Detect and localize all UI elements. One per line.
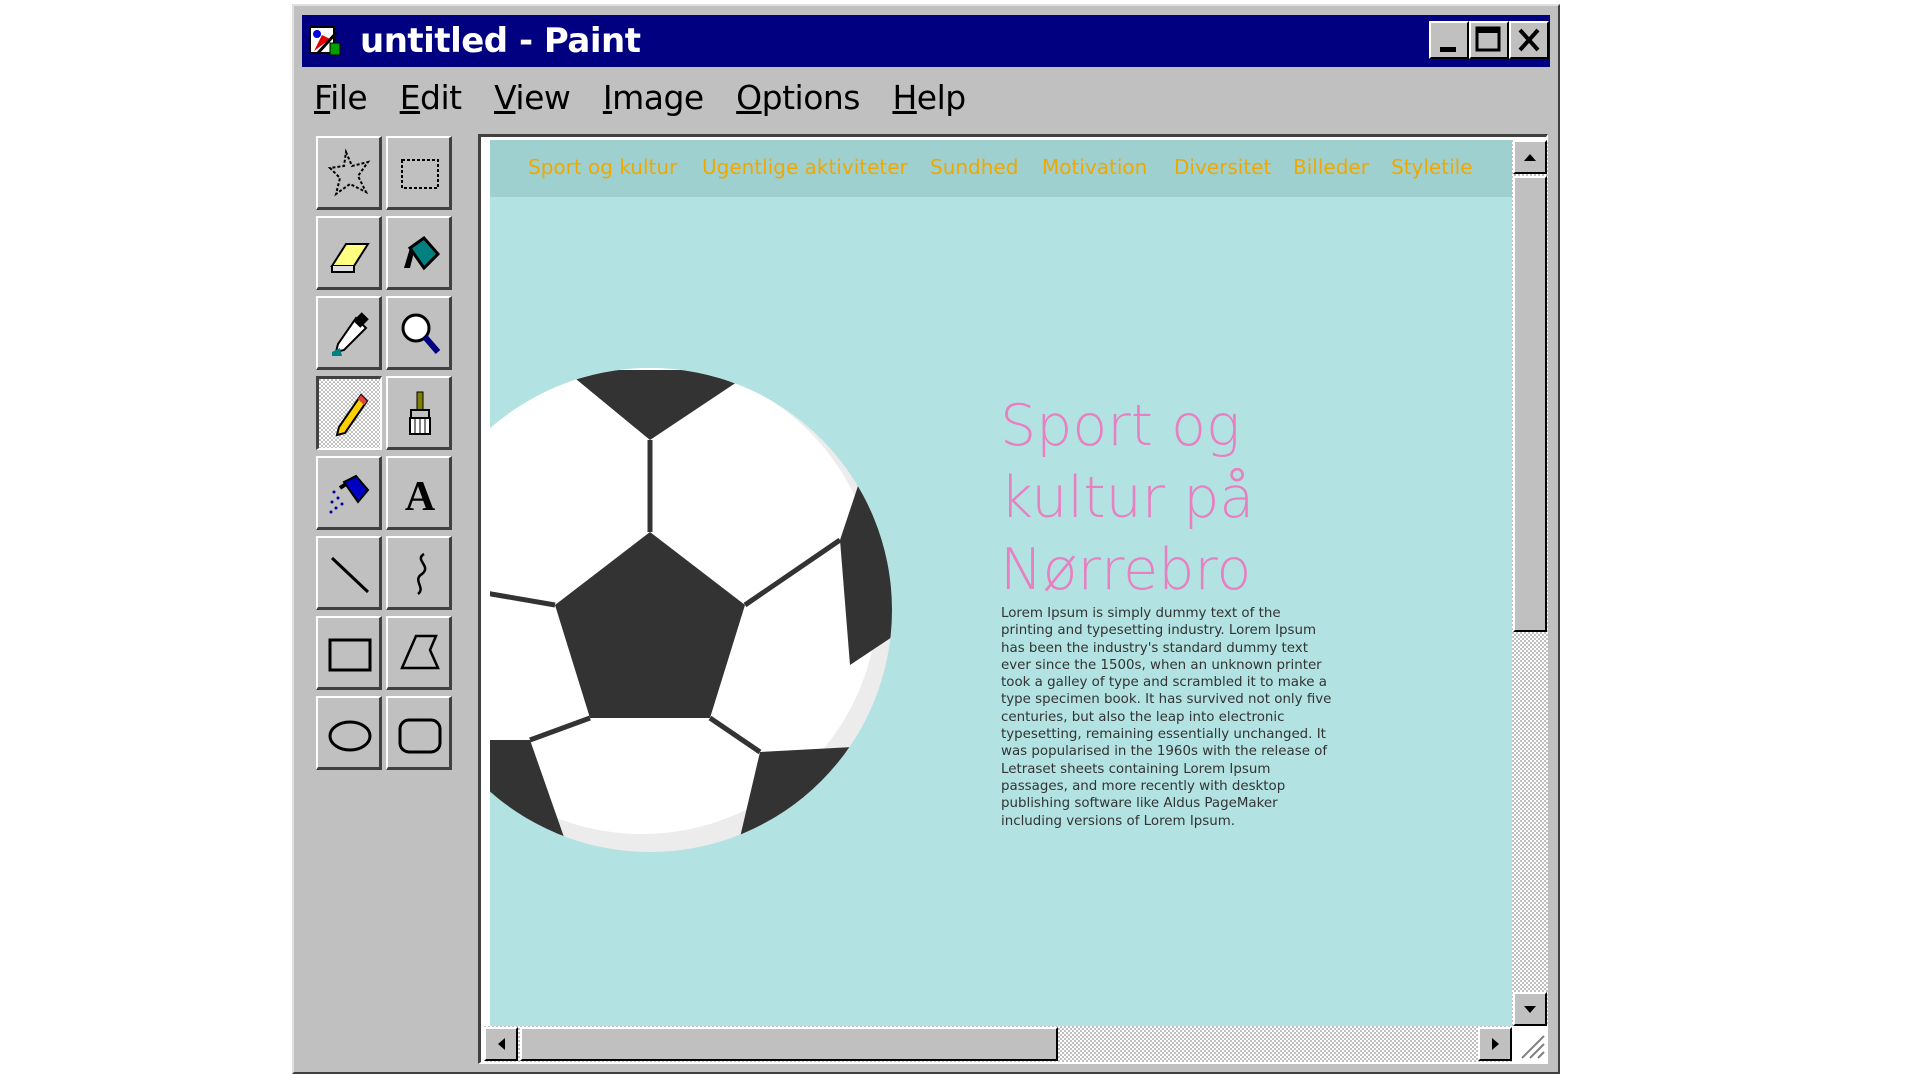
ellipse-icon [328,720,372,752]
body-line: has been the industry's standard dummy t… [1001,640,1308,656]
svg-text:A: A [405,474,436,520]
minimize-icon [1440,47,1456,52]
curve-icon [417,552,427,595]
body-line: Lorem Ipsum is simply dummy text of the [1001,606,1281,621]
vertical-scrollbar[interactable] [1512,140,1548,1026]
body-line: typesetting, remaining essentially uncha… [1001,727,1326,743]
line-icon [330,556,370,594]
free-form-select-tool[interactable] [316,136,382,210]
airbrush-tool[interactable] [316,456,382,530]
paint-app-icon [309,26,341,56]
arrow-down-icon [1524,1006,1536,1013]
body-line: type specimen book. It has survived not … [1001,692,1332,708]
magnifier-tool[interactable] [386,296,452,370]
close-button[interactable] [1509,21,1549,59]
menu-options[interactable]: Options [736,78,860,117]
drawing-canvas[interactable]: Sport og kultur Ugentlige aktiviteter Su… [490,140,1512,1026]
curve-tool[interactable] [386,536,452,610]
select-tool[interactable] [386,136,452,210]
menu-image[interactable]: Image [603,78,704,117]
brush-tool[interactable] [386,376,452,450]
polygon-icon [400,634,440,670]
scroll-left-button[interactable] [484,1027,518,1061]
arrow-right-icon [1492,1038,1499,1050]
rectangle-tool[interactable] [316,616,382,690]
pick-color-tool[interactable] [316,296,382,370]
hero-title-line: Nørrebro [1000,537,1252,603]
fill-with-color-tool[interactable] [386,216,452,290]
eraser-icon [330,243,370,273]
body-line: passages, and more recently with desktop [1001,778,1286,794]
body-line: publishing software like Aldus PageMaker [1001,796,1278,812]
pencil-icon [335,393,369,437]
body-line: was popularised in the 1960s with the re… [1001,744,1328,760]
scroll-right-button[interactable] [1478,1027,1512,1061]
brush-icon [409,391,431,435]
horizontal-scroll-thumb[interactable] [520,1027,1058,1061]
arrow-up-icon [1524,154,1536,161]
text-icon: A [405,474,436,520]
window-title: untitled - Paint [360,21,641,61]
close-icon [1518,28,1540,52]
rounded-rectangle-icon [398,718,442,754]
hero-title-line: Sport og [1000,393,1241,459]
arrow-left-icon [498,1038,505,1050]
body-line: ever since the 1500s, when an unknown pr… [1001,657,1322,673]
select-icon [401,159,439,189]
pencil-tool[interactable] [316,376,382,450]
menu-edit[interactable]: Edit [400,78,462,117]
body-line: including versions of Lorem Ipsum. [1001,813,1236,829]
rounded-rectangle-tool[interactable] [386,696,452,770]
rectangle-icon [328,638,372,672]
body-line: centuries, but also the leap into electr… [1001,709,1285,725]
body-line: took a galley of type and scrambled it t… [1001,675,1327,691]
hero-title-line: kultur på [1000,465,1255,531]
body-line: Letraset sheets containing Lorem Ipsum [1001,761,1271,777]
menu-help[interactable]: Help [892,78,966,117]
horizontal-scrollbar[interactable] [484,1026,1512,1062]
pick-color-icon [332,312,369,356]
menu-file[interactable]: File [314,78,368,117]
maximize-button[interactable] [1469,21,1509,59]
polygon-tool[interactable] [386,616,452,690]
line-tool[interactable] [316,536,382,610]
fill-with-color-icon [404,235,441,271]
ellipse-tool[interactable] [316,696,382,770]
scroll-up-button[interactable] [1513,140,1547,174]
menu-view[interactable]: View [494,78,571,117]
eraser-tool[interactable] [316,216,382,290]
free-form-select-icon [327,148,371,197]
size-grip-icon[interactable] [1516,1030,1546,1060]
magnifier-icon [401,313,441,354]
menu-bar: File Edit View Image Options Help [314,78,994,122]
title-bar[interactable]: untitled - Paint [302,15,1550,67]
minimize-button[interactable] [1429,21,1469,59]
body-line: printing and typesetting industry. Lorem… [1001,623,1317,639]
text-tool[interactable]: A [386,456,452,530]
hero-body-text: Lorem Ipsum is simply dummy text of the … [1001,605,1351,830]
vertical-scroll-thumb[interactable] [1513,176,1547,632]
scroll-down-button[interactable] [1513,992,1547,1026]
hero-title: Sport og kultur på Nørrebro [1000,390,1300,606]
airbrush-icon [329,474,370,514]
maximize-icon [1475,26,1501,52]
